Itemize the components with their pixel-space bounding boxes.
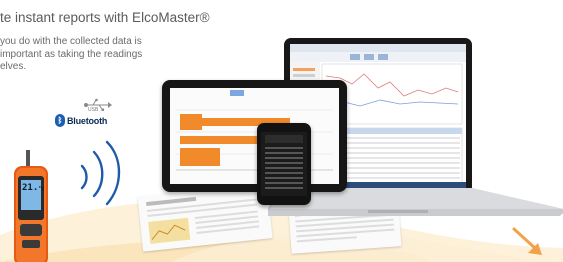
- bluetooth-label: Bluetooth: [67, 115, 108, 126]
- bluetooth-icon: ᛒ: [55, 114, 65, 127]
- bluetooth-logo: ᛒ Bluetooth: [55, 114, 107, 127]
- thermometer-meter: [14, 150, 48, 262]
- laptop-base: [268, 188, 563, 216]
- signal-waves-icon: [80, 140, 121, 206]
- tablet: [162, 80, 347, 192]
- headline: te instant reports with ElcoMaster®: [0, 10, 210, 25]
- phone-screen: [261, 132, 307, 196]
- description-line: elves.: [0, 61, 27, 72]
- description-line: you do with the collected data is: [0, 36, 142, 47]
- product-banner: te instant reports with ElcoMaster® you …: [0, 0, 563, 262]
- tablet-screen: [170, 88, 339, 184]
- smartphone: [257, 123, 311, 205]
- meter-unit: °c: [38, 186, 45, 192]
- meter-reading: 21.°c: [22, 183, 44, 193]
- description-line: important as taking the readings: [0, 48, 143, 60]
- arrow-icon: [512, 227, 542, 255]
- meter-value: 21.: [22, 183, 39, 193]
- usb-label: USB: [88, 107, 99, 113]
- description: you do with the collected data is import…: [0, 36, 190, 74]
